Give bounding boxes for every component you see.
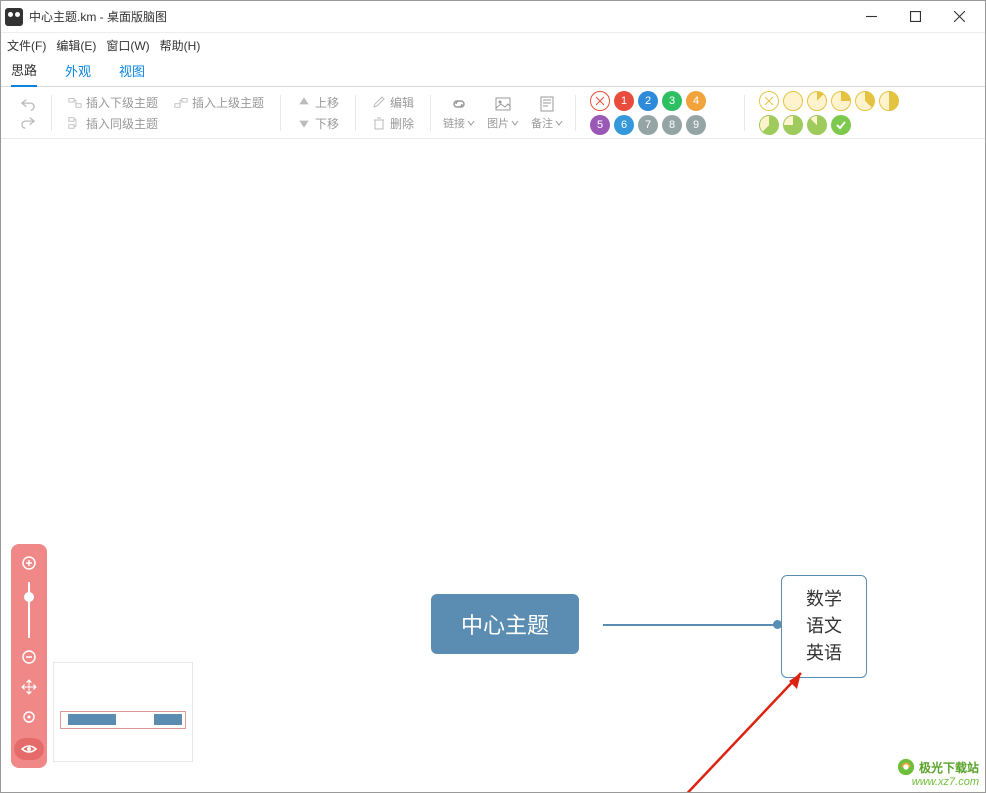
progress-12[interactable]: [807, 91, 827, 111]
close-button[interactable]: [937, 2, 981, 32]
toggle-minimap-button[interactable]: [14, 738, 44, 760]
pan-button[interactable]: [18, 676, 40, 698]
window-title: 中心主题.km - 桌面版脑图: [29, 8, 167, 25]
priority-2[interactable]: 2: [638, 91, 658, 111]
minimap-node: [68, 714, 116, 725]
priority-1[interactable]: 1: [614, 91, 634, 111]
image-icon: [494, 95, 512, 113]
insert-parent-button[interactable]: 插入上级主题: [174, 94, 264, 111]
priority-3[interactable]: 3: [662, 91, 682, 111]
minimap[interactable]: [53, 662, 193, 762]
toolbar: 插入下级主题 插入上级主题 插入同级主题 上移 下移 编辑 删除 链接 图片 备…: [1, 87, 985, 139]
priority-6[interactable]: 6: [614, 115, 634, 135]
annotation-arrow: [651, 661, 821, 792]
title-bar: 中心主题.km - 桌面版脑图: [1, 1, 985, 33]
progress-50[interactable]: [879, 91, 899, 111]
progress-62[interactable]: [759, 115, 779, 135]
child-line-2: 语文: [806, 613, 842, 640]
priority-clear[interactable]: [590, 91, 610, 111]
link-icon: [450, 95, 468, 113]
zoom-slider[interactable]: [28, 582, 30, 638]
progress-clear[interactable]: [759, 91, 779, 111]
tab-appearance[interactable]: 外观: [65, 61, 91, 86]
zoom-in-button[interactable]: [18, 552, 40, 574]
progress-75[interactable]: [783, 115, 803, 135]
undo-button[interactable]: [21, 97, 35, 111]
tab-mind[interactable]: 思路: [11, 60, 37, 87]
menu-bar: 文件(F) 编辑(E) 窗口(W) 帮助(H): [1, 33, 985, 57]
zoom-out-button[interactable]: [18, 646, 40, 668]
child-line-1: 数学: [806, 586, 842, 613]
menu-file[interactable]: 文件(F): [7, 37, 46, 54]
note-dropdown[interactable]: 备注: [525, 95, 569, 131]
priority-5[interactable]: 5: [590, 115, 610, 135]
watermark-text: 极光下载站: [919, 759, 979, 776]
minimize-button[interactable]: [849, 2, 893, 32]
priority-picker: 1 2 3 4 5 6 7 8 9: [582, 91, 738, 135]
menu-window[interactable]: 窗口(W): [106, 37, 149, 54]
watermark-url: www.xz7.com: [897, 776, 979, 788]
maximize-button[interactable]: [893, 2, 937, 32]
progress-87[interactable]: [807, 115, 827, 135]
zoom-panel: [11, 544, 47, 768]
move-up-button[interactable]: 上移: [297, 94, 339, 111]
menu-help[interactable]: 帮助(H): [160, 37, 201, 54]
priority-4[interactable]: 4: [686, 91, 706, 111]
insert-sibling-button[interactable]: 插入同级主题: [68, 115, 264, 132]
redo-button[interactable]: [21, 115, 35, 129]
progress-picker: [751, 91, 907, 135]
progress-0[interactable]: [783, 91, 803, 111]
progress-37[interactable]: [855, 91, 875, 111]
edit-button[interactable]: 编辑: [372, 94, 414, 111]
minimap-node: [154, 714, 182, 725]
priority-8[interactable]: 8: [662, 115, 682, 135]
delete-button[interactable]: 删除: [372, 115, 414, 132]
logo-icon: [897, 758, 915, 776]
menu-edit[interactable]: 编辑(E): [56, 37, 96, 54]
child-line-3: 英语: [806, 640, 842, 667]
progress-25[interactable]: [831, 91, 851, 111]
node-connector: [603, 624, 781, 626]
app-icon: [5, 8, 23, 26]
tab-view[interactable]: 视图: [119, 61, 145, 86]
priority-7[interactable]: 7: [638, 115, 658, 135]
move-down-button[interactable]: 下移: [297, 115, 339, 132]
insert-child-button[interactable]: 插入下级主题: [68, 94, 158, 111]
progress-100[interactable]: [831, 115, 851, 135]
link-dropdown[interactable]: 链接: [437, 95, 481, 131]
central-topic-node[interactable]: 中心主题: [431, 594, 579, 654]
priority-9[interactable]: 9: [686, 115, 706, 135]
tab-bar: 思路 外观 视图: [1, 57, 985, 87]
image-dropdown[interactable]: 图片: [481, 95, 525, 131]
note-icon: [538, 95, 556, 113]
child-topic-node[interactable]: 数学 语文 英语: [781, 575, 867, 678]
locate-button[interactable]: [18, 706, 40, 728]
watermark: 极光下载站 www.xz7.com: [897, 758, 979, 788]
